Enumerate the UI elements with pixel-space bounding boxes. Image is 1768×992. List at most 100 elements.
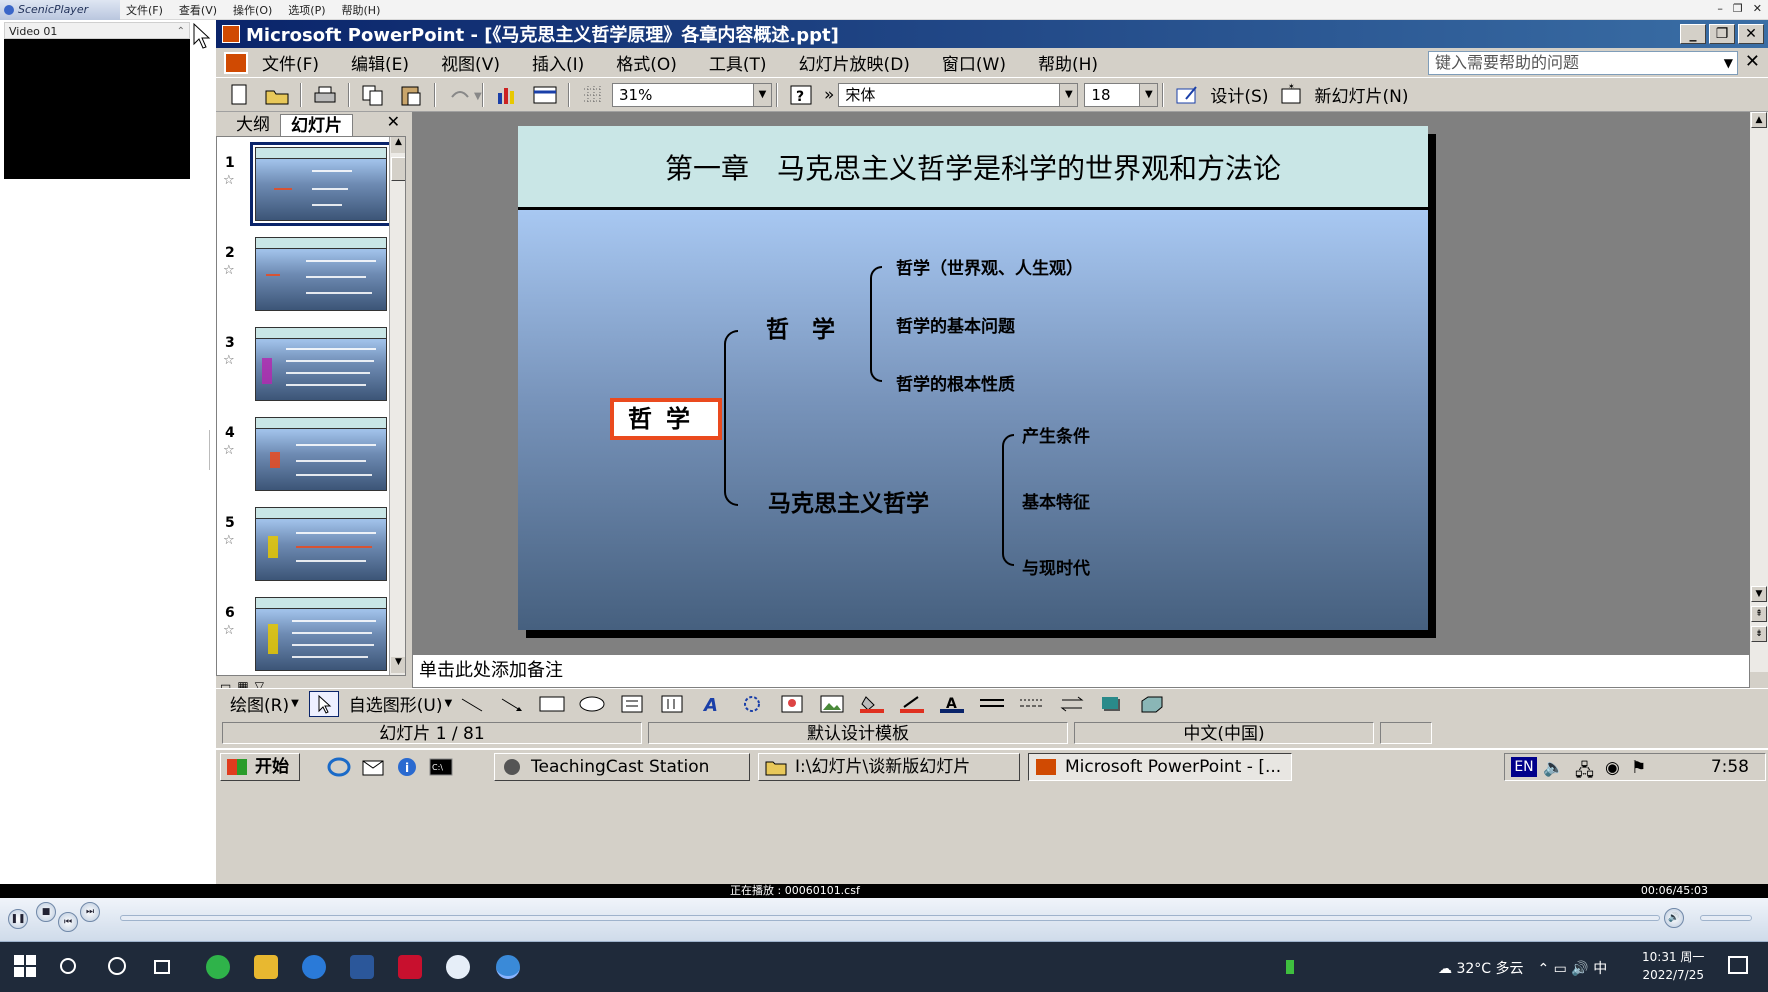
help-search-input[interactable]: 键入需要帮助的问题 bbox=[1428, 51, 1738, 75]
branch1-item[interactable]: 哲学的根本性质 bbox=[896, 370, 1015, 395]
textbox-icon[interactable] bbox=[618, 695, 646, 713]
picture-icon[interactable] bbox=[818, 695, 846, 713]
menu-help[interactable]: 帮助(H) bbox=[1038, 50, 1098, 75]
next-slide-icon[interactable]: ⇟ bbox=[1751, 626, 1767, 642]
volume-slider[interactable] bbox=[1700, 915, 1752, 921]
menu-view[interactable]: 视图(V) bbox=[441, 50, 500, 75]
vertical-textbox-icon[interactable] bbox=[658, 695, 686, 713]
prev-slide-icon[interactable]: ⇞ bbox=[1751, 606, 1767, 622]
slide-canvas[interactable]: 第一章 马克思主义哲学是科学的世界观和方法论 哲学 哲 学 哲学（世界观、人生观… bbox=[518, 126, 1428, 630]
edge-icon[interactable] bbox=[302, 955, 326, 979]
cortana-icon[interactable] bbox=[108, 957, 126, 975]
word-icon[interactable] bbox=[350, 955, 374, 979]
print-icon[interactable] bbox=[312, 83, 338, 107]
collapse-icon[interactable]: ⌃ bbox=[177, 23, 185, 40]
thumbnail-item[interactable]: 2 ☆ bbox=[217, 237, 387, 327]
tab-outline[interactable]: 大纲 bbox=[226, 114, 280, 136]
help-icon[interactable]: ? bbox=[788, 83, 814, 107]
splitter-grip[interactable] bbox=[209, 430, 215, 470]
copy-icon[interactable] bbox=[360, 83, 386, 107]
tray-app-icon[interactable]: ⚑ bbox=[1631, 758, 1646, 778]
table-icon[interactable] bbox=[532, 83, 558, 107]
player-menu-options[interactable]: 选项(P) bbox=[288, 2, 325, 18]
chevron-down-icon[interactable]: ▼ bbox=[445, 698, 453, 709]
next-icon[interactable]: ⏭ bbox=[80, 902, 100, 922]
powerpoint-icon[interactable] bbox=[222, 25, 240, 43]
windows-start-icon[interactable] bbox=[14, 955, 38, 979]
menu-slideshow[interactable]: 幻灯片放映(D) bbox=[799, 50, 910, 75]
volume-icon[interactable]: 🔈 bbox=[1543, 758, 1564, 778]
open-folder-icon[interactable] bbox=[264, 83, 290, 107]
menu-tools[interactable]: 工具(T) bbox=[709, 50, 767, 75]
diagram-icon[interactable] bbox=[738, 695, 766, 713]
seek-slider[interactable] bbox=[120, 915, 1660, 921]
chevron-down-icon[interactable]: ▼ bbox=[753, 83, 771, 106]
browser-360-icon[interactable] bbox=[206, 955, 230, 979]
font-combo[interactable]: 宋体 ▼ bbox=[838, 82, 1079, 107]
design-icon[interactable] bbox=[1174, 83, 1200, 107]
new-document-icon[interactable] bbox=[226, 83, 252, 107]
document-icon[interactable] bbox=[224, 51, 248, 74]
chevron-down-icon[interactable]: ▼ bbox=[291, 698, 299, 709]
menu-edit[interactable]: 编辑(E) bbox=[351, 50, 409, 75]
menu-file[interactable]: 文件(F) bbox=[262, 50, 319, 75]
ime-indicator[interactable]: EN bbox=[1511, 757, 1537, 777]
branch2-label[interactable]: 马克思主义哲学 bbox=[768, 484, 929, 518]
line-icon[interactable] bbox=[458, 695, 486, 713]
slide-scrollbar[interactable]: ▲ ▼ ⇞ ⇟ bbox=[1750, 112, 1768, 672]
draw-menu[interactable]: 绘图(R) bbox=[230, 691, 289, 716]
task-powerpoint[interactable]: Microsoft PowerPoint - [... bbox=[1028, 753, 1292, 781]
zoom-combo[interactable]: 31% ▼ bbox=[612, 82, 772, 107]
close-pane-icon[interactable]: ✕ bbox=[387, 112, 400, 131]
rectangle-icon[interactable] bbox=[538, 695, 566, 713]
clipart-icon[interactable] bbox=[778, 695, 806, 713]
branch2-item[interactable]: 与现时代 bbox=[1022, 554, 1090, 579]
ime-indicator[interactable]: 中 bbox=[1593, 961, 1607, 977]
autoshapes-menu[interactable]: 自选图形(U) bbox=[349, 691, 443, 716]
tab-slides[interactable]: 幻灯片 bbox=[280, 114, 353, 136]
task-view-icon[interactable] bbox=[154, 960, 170, 974]
dash-style-icon[interactable] bbox=[1018, 695, 1046, 713]
scenicplayer-taskbar-icon[interactable] bbox=[496, 955, 520, 979]
design-button[interactable]: 设计(S) bbox=[1210, 82, 1268, 107]
menu-insert[interactable]: 插入(I) bbox=[532, 50, 584, 75]
previous-icon[interactable]: ⏮ bbox=[58, 912, 78, 932]
slide-editor[interactable]: 第一章 马克思主义哲学是科学的世界观和方法论 哲学 哲 学 哲学（世界观、人生观… bbox=[412, 112, 1750, 672]
stop-icon[interactable]: ■ bbox=[36, 902, 56, 922]
thumbnail-item[interactable]: 6 ☆ bbox=[217, 597, 387, 675]
volume-icon[interactable]: 🔊 bbox=[1664, 908, 1684, 928]
search-icon[interactable] bbox=[60, 958, 76, 974]
oval-icon[interactable] bbox=[578, 695, 606, 713]
branch1-label[interactable]: 哲 学 bbox=[766, 310, 835, 344]
branch1-item[interactable]: 哲学的基本问题 bbox=[896, 312, 1015, 337]
notification-icon[interactable] bbox=[1728, 956, 1748, 974]
font-size-combo[interactable]: 18 ▼ bbox=[1084, 82, 1159, 107]
fill-color-icon[interactable] bbox=[858, 695, 886, 713]
minimize-icon[interactable]: – bbox=[1717, 2, 1723, 15]
close-icon[interactable]: ✕ bbox=[1753, 2, 1762, 15]
thumbnail-item[interactable]: 5 ☆ bbox=[217, 507, 387, 597]
grid-icon[interactable] bbox=[580, 83, 606, 107]
restore-icon[interactable]: ❐ bbox=[1733, 2, 1743, 15]
player-menu-file[interactable]: 文件(F) bbox=[126, 2, 163, 18]
windows-clock[interactable]: 10:31 周一 2022/7/25 bbox=[1642, 948, 1704, 984]
chart-icon[interactable] bbox=[494, 83, 520, 107]
start-button[interactable]: 开始 bbox=[220, 753, 300, 781]
branch2-item[interactable]: 基本特征 bbox=[1022, 488, 1090, 513]
arrow-style-icon[interactable] bbox=[1058, 695, 1086, 713]
3d-icon[interactable] bbox=[1138, 695, 1166, 713]
branch2-item[interactable]: 产生条件 bbox=[1022, 422, 1090, 447]
app-red-icon[interactable] bbox=[398, 955, 422, 979]
dos-prompt-icon[interactable]: C:\ bbox=[428, 756, 454, 778]
root-node[interactable]: 哲学 bbox=[610, 398, 722, 440]
more-buttons-icon[interactable]: » bbox=[824, 85, 834, 105]
thumbnail-item[interactable]: 3 ☆ bbox=[217, 327, 387, 417]
weather-widget[interactable]: ☁ 32°C 多云 ⌃ ▭ 🔊 中 bbox=[1438, 958, 1607, 978]
new-slide-icon[interactable]: ✶ bbox=[1278, 82, 1304, 107]
select-pointer-icon[interactable] bbox=[308, 690, 339, 717]
chevron-down-icon[interactable]: ▼ bbox=[1059, 83, 1078, 106]
menu-window[interactable]: 窗口(W) bbox=[942, 50, 1006, 75]
outlook-icon[interactable] bbox=[360, 756, 386, 778]
menu-format[interactable]: 格式(O) bbox=[616, 50, 677, 75]
task-folder[interactable]: I:\幻灯片\谈新版幻灯片 bbox=[758, 753, 1020, 781]
